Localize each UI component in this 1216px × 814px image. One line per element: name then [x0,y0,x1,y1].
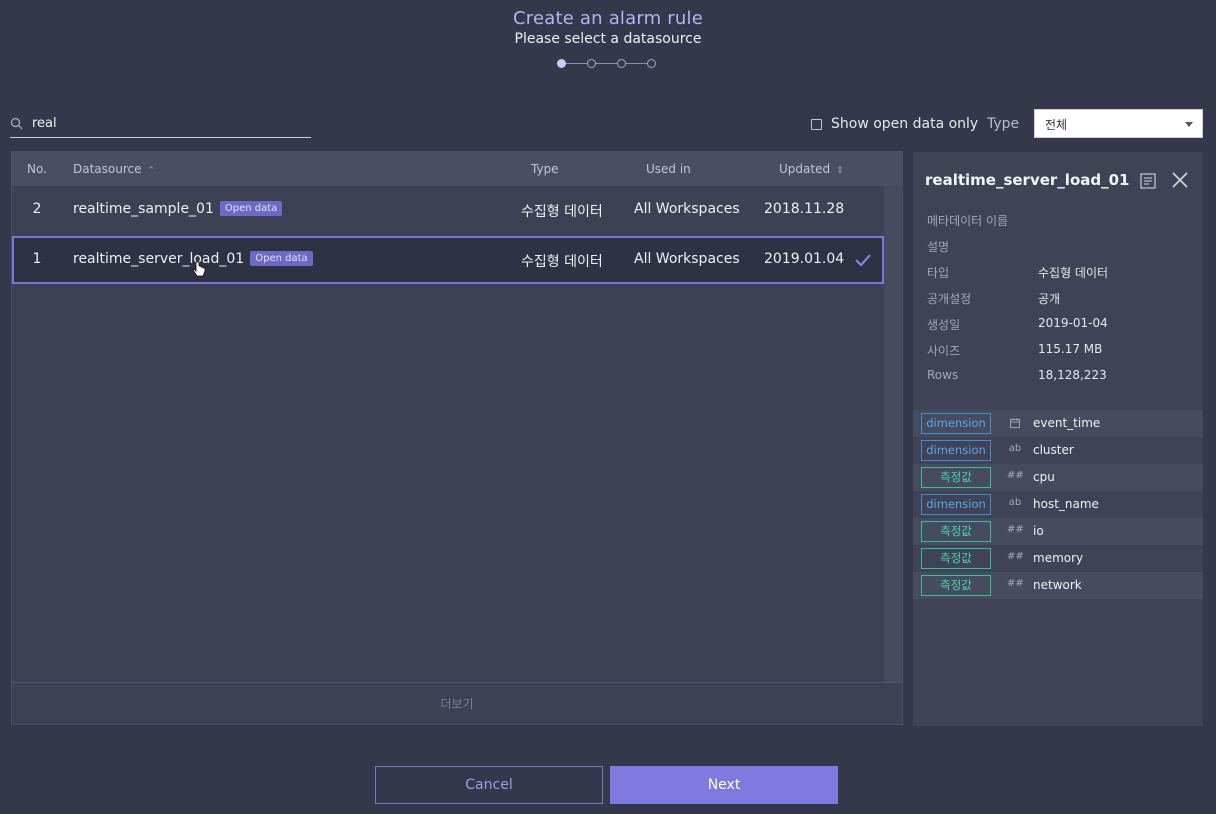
column-item: 측정값 ## cpu [913,464,1203,491]
calendar-icon [1010,418,1020,428]
check-icon [855,254,871,267]
role-tag: 측정값 [921,467,991,488]
role-tag: dimension [921,440,991,461]
string-icon: ab [1008,443,1022,454]
close-icon[interactable] [1170,170,1190,190]
search-input[interactable] [32,113,302,133]
col-header-type: Type [531,162,559,176]
meta-label: 공개설정 [927,292,972,306]
open-data-badge: Open data [219,201,283,216]
role-tag: 측정값 [921,521,991,542]
number-icon: ## [1007,524,1024,535]
col-header-updated[interactable]: Updated ⇕ [779,162,844,176]
role-tag: dimension [921,413,991,434]
row-type: 수집형 데이터 [521,204,603,220]
next-button[interactable]: Next [610,766,838,804]
column-name: cluster [1033,443,1074,457]
meta-label: Rows [927,368,959,382]
hand-pointer-icon [192,261,206,277]
meta-value: 2019-01-04 [1038,316,1108,330]
column-item: dimension ab host_name [913,491,1203,518]
row-type: 수집형 데이터 [521,254,603,270]
meta-value: 18,128,223 [1038,368,1107,382]
step-dot-3 [617,59,626,68]
datasource-detail-panel: realtime_server_load_01 메타데이터 이름 설명 타입 수… [913,152,1203,726]
number-icon: ## [1007,578,1024,589]
detail-title: realtime_server_load_01 [925,171,1130,189]
row-updated: 2019.01.04 [764,251,845,267]
row-used-in: All Workspaces [634,201,740,217]
step-dot-1 [557,59,566,68]
page-title: Create an alarm rule [513,8,703,29]
search-icon [10,117,23,130]
meta-value: 공개 [1038,292,1061,306]
open-data-badge: Open data [250,251,313,266]
role-tag: 측정값 [921,548,991,569]
row-used-in: All Workspaces [634,251,740,267]
step-connector [565,63,587,64]
datasource-name: realtime_server_load_01 [73,251,245,267]
page-subtitle: Please select a datasource [514,31,702,47]
col-header-updated-label: Updated [779,162,831,176]
col-header-datasource[interactable]: Datasource ⌃ [73,162,155,176]
meta-label: 설명 [927,240,950,254]
col-header-used-in: Used in [646,162,691,176]
search-box [10,112,311,138]
datasource-table: No. Datasource ⌃ Type Used in Updated ⇕ 2 … [11,151,903,725]
load-more-button[interactable]: 더보기 [12,682,902,724]
table-scrollbar[interactable] [884,186,902,682]
meta-label: 메타데이터 이름 [927,214,1009,228]
column-item: dimension ab cluster [913,437,1203,464]
sort-asc-icon: ⌃ [147,166,156,176]
col-header-no: No. [27,162,47,176]
string-icon: ab [1008,497,1022,508]
number-icon: ## [1007,551,1024,562]
col-header-datasource-label: Datasource [73,162,142,176]
meta-label: 사이즈 [927,344,961,358]
column-item: 측정값 ## memory [913,545,1203,572]
column-name: host_name [1033,497,1099,511]
row-datasource-name: realtime_sample_01 Open data [73,201,283,217]
cancel-button[interactable]: Cancel [375,766,603,804]
column-name: io [1033,524,1044,538]
chevron-down-icon [1185,122,1193,127]
column-name: cpu [1033,470,1055,484]
step-connector [595,63,617,64]
column-name: event_time [1033,416,1101,430]
sort-toggle-icon: ⇕ [836,166,844,176]
open-data-checkbox[interactable] [811,119,822,130]
step-indicator [556,58,660,70]
table-row-selected[interactable]: 1 realtime_server_load_01 Open data 수집형 데… [12,236,884,284]
type-select[interactable]: 전체 [1034,109,1203,138]
column-item: 측정값 ## io [913,518,1203,545]
datasource-name: realtime_sample_01 [73,201,214,217]
row-no: 2 [32,201,42,217]
step-dot-2 [587,59,596,68]
meta-label: 타입 [927,266,950,280]
role-tag: dimension [921,494,991,515]
row-updated: 2018.11.28 [764,201,845,217]
type-filter-label: Type [987,116,1020,132]
table-header: No. Datasource ⌃ Type Used in Updated ⇕ [12,152,902,186]
column-name: network [1033,578,1082,592]
column-name: memory [1033,551,1084,565]
wizard-header: Create an alarm rule Please select a dat… [0,8,1216,47]
table-row[interactable]: 2 realtime_sample_01 Open data 수집형 데이터 Al… [12,186,884,234]
open-data-label[interactable]: Show open data only [831,116,978,132]
step-dot-4 [647,59,656,68]
meta-label: 생성일 [927,318,961,332]
type-select-value: 전체 [1045,118,1068,132]
number-icon: ## [1007,470,1024,481]
row-no: 1 [32,251,42,267]
column-item: dimension event_time [913,410,1203,437]
meta-value: 115.17 MB [1038,342,1103,356]
role-tag: 측정값 [921,575,991,596]
step-connector [625,63,647,64]
document-icon[interactable] [1139,172,1157,190]
meta-value: 수집형 데이터 [1038,266,1109,280]
column-item: 측정값 ## network [913,572,1203,599]
